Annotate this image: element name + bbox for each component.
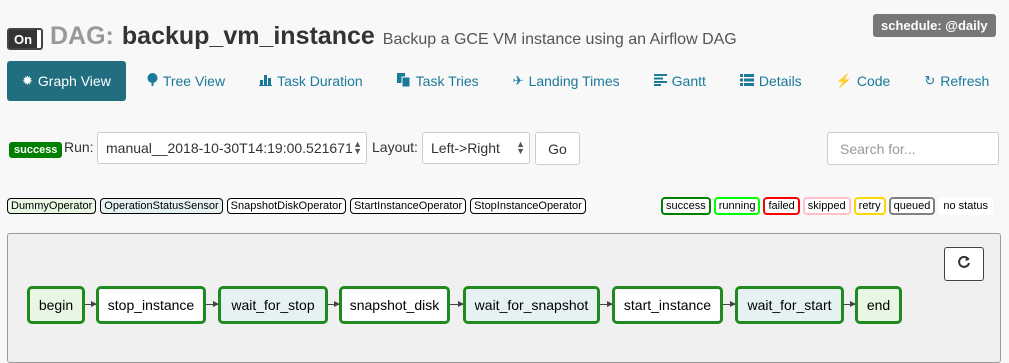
layout-select-value: Left->Right bbox=[431, 140, 500, 156]
run-label: Run: bbox=[64, 139, 94, 155]
tab-task-tries[interactable]: Task Tries bbox=[396, 61, 479, 101]
task-node-wait-for-stop[interactable]: wait_for_stop bbox=[218, 286, 328, 324]
task-node-start-instance[interactable]: start_instance bbox=[612, 286, 723, 324]
state-legend-queued[interactable]: queued bbox=[888, 197, 936, 215]
task-node-begin[interactable]: begin bbox=[27, 286, 85, 324]
run-select-value: manual__2018-10-30T14:19:00.521671 bbox=[106, 140, 353, 156]
search-placeholder: Search for... bbox=[840, 140, 916, 157]
tab-label: Gantt bbox=[671, 73, 706, 89]
refresh-icon bbox=[957, 255, 971, 274]
state-legend-retry[interactable]: retry bbox=[853, 197, 886, 215]
operator-legend-item: StartInstanceOperator bbox=[349, 198, 467, 214]
task-node-wait-for-snapshot[interactable]: wait_for_snapshot bbox=[463, 286, 600, 324]
tab-graph-view[interactable]: ✹ Graph View bbox=[7, 61, 126, 101]
graph-edge bbox=[205, 301, 219, 307]
graph-edge bbox=[599, 301, 613, 307]
task-node-stop-instance[interactable]: stop_instance bbox=[96, 286, 206, 324]
tab-label: Code bbox=[856, 73, 891, 89]
graph-edge bbox=[449, 301, 464, 307]
graph-refresh-button[interactable] bbox=[944, 247, 984, 281]
operator-legend: DummyOperator OperationStatusSensor Snap… bbox=[7, 198, 586, 214]
operator-legend-item: OperationStatusSensor bbox=[100, 198, 223, 214]
state-legend-running[interactable]: running bbox=[713, 197, 761, 215]
align-left-icon bbox=[653, 73, 667, 89]
schedule-badge: schedule: @daily bbox=[873, 14, 996, 37]
search-input[interactable]: Search for... bbox=[827, 132, 999, 165]
operator-legend-item: SnapshotDiskOperator bbox=[226, 198, 346, 214]
flash-icon: ⚡ bbox=[835, 73, 852, 88]
task-node-snapshot-disk[interactable]: snapshot_disk bbox=[339, 286, 450, 324]
tab-label: Task Duration bbox=[277, 73, 363, 89]
layout-label: Layout: bbox=[372, 139, 418, 155]
run-select[interactable]: manual__2018-10-30T14:19:00.521671 ▲ ▼ bbox=[97, 132, 367, 164]
go-button[interactable]: Go bbox=[535, 132, 580, 165]
list-icon bbox=[739, 73, 754, 89]
tab-label: Refresh bbox=[940, 73, 990, 89]
state-legend-success[interactable]: success bbox=[661, 197, 711, 215]
graph-edge bbox=[722, 301, 736, 307]
toggle-label: On bbox=[9, 30, 37, 48]
tab-tree-view[interactable]: Tree View bbox=[147, 61, 225, 101]
dag-description: Backup a GCE VM instance using an Airflo… bbox=[382, 31, 737, 48]
tab-details[interactable]: Details bbox=[739, 61, 802, 101]
tab-label: Landing Times bbox=[528, 73, 620, 89]
refresh-icon: ↻ bbox=[924, 73, 936, 88]
dag-on-toggle[interactable]: On bbox=[7, 28, 43, 50]
tab-task-duration[interactable]: Task Duration bbox=[259, 61, 363, 101]
plane-icon: ✈ bbox=[512, 73, 524, 88]
tab-label: Details bbox=[758, 73, 802, 89]
tab-code[interactable]: ⚡ Code bbox=[836, 61, 891, 101]
view-nav: ✹ Graph View Tree View Task Duration Tas… bbox=[7, 61, 1009, 101]
tab-gantt[interactable]: Gantt bbox=[653, 61, 706, 101]
bar-chart-icon bbox=[259, 73, 273, 89]
task-node-end[interactable]: end bbox=[855, 286, 902, 324]
select-arrows-icon: ▲ ▼ bbox=[516, 139, 525, 156]
tab-label: Task Tries bbox=[415, 73, 479, 89]
asterisk-icon: ✹ bbox=[22, 73, 33, 88]
operator-legend-item: DummyOperator bbox=[7, 198, 97, 214]
tab-landing-times[interactable]: ✈ Landing Times bbox=[513, 61, 620, 101]
select-arrows-icon: ▲ ▼ bbox=[353, 139, 362, 156]
state-legend-skipped[interactable]: skipped bbox=[802, 197, 851, 215]
graph-edge bbox=[327, 301, 340, 307]
graph-edge bbox=[843, 301, 856, 307]
task-node-wait-for-start[interactable]: wait_for_start bbox=[735, 286, 844, 324]
tree-icon bbox=[147, 73, 158, 89]
layout-select[interactable]: Left->Right ▲ ▼ bbox=[422, 132, 530, 164]
operator-legend-item: StopInstanceOperator bbox=[470, 198, 586, 214]
state-legend: success running failed skipped retry que… bbox=[661, 197, 994, 215]
tab-refresh[interactable]: ↻ Refresh bbox=[924, 61, 989, 101]
tab-label: Graph View bbox=[37, 73, 111, 89]
run-state-badge: success bbox=[9, 142, 63, 158]
tab-label: Tree View bbox=[162, 73, 226, 89]
duplicate-icon bbox=[396, 72, 411, 90]
dag-prefix: DAG: bbox=[50, 22, 114, 50]
state-legend-no-status[interactable]: no status bbox=[938, 197, 994, 215]
page-title: DAG: backup_vm_instance Backup a GCE VM … bbox=[50, 22, 737, 51]
graph-edge bbox=[84, 301, 97, 307]
dag-id: backup_vm_instance bbox=[121, 22, 375, 50]
state-legend-failed[interactable]: failed bbox=[763, 197, 800, 215]
